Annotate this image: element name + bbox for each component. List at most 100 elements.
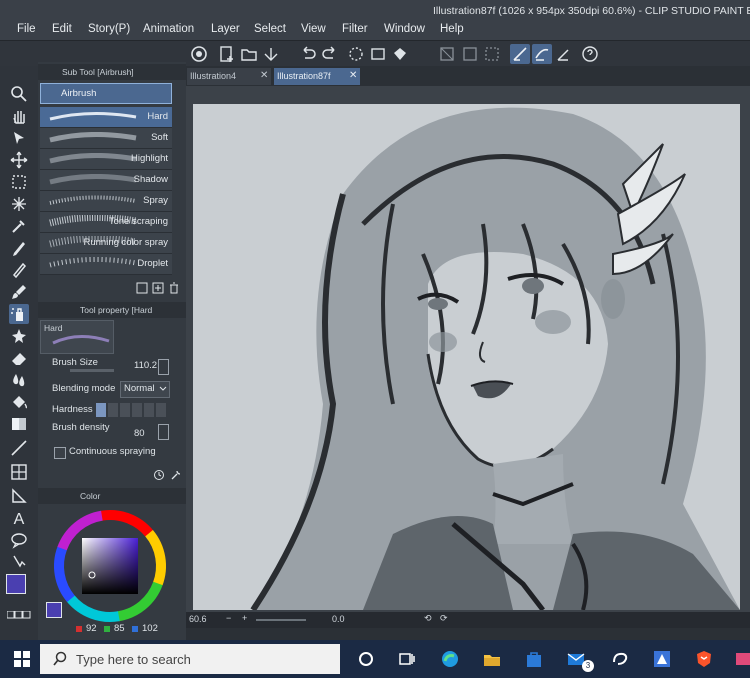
canvas-artwork[interactable] — [193, 104, 740, 610]
blend-icon[interactable] — [9, 370, 29, 390]
clear-icon[interactable] — [346, 44, 366, 64]
angle-value[interactable]: 0.0 — [332, 614, 345, 624]
copy-subtool-icon[interactable] — [136, 281, 148, 294]
brush-soft[interactable]: Soft — [40, 128, 172, 149]
red-value[interactable]: 92 — [86, 623, 97, 634]
subtool-group-airbrush[interactable]: Airbrush — [40, 83, 172, 104]
brush-highlight[interactable]: Highlight — [40, 149, 172, 170]
transform-icon[interactable] — [437, 44, 457, 64]
brush-spray[interactable]: Spray — [40, 191, 172, 212]
tab-illustration4[interactable]: Illustration4 ✕ — [187, 68, 271, 85]
save-icon[interactable] — [261, 44, 281, 64]
clip-studio-app-icon[interactable] — [610, 649, 630, 669]
new-subtool-icon[interactable] — [152, 281, 164, 294]
taskbar-search-box[interactable]: Type here to search — [40, 644, 340, 674]
zoom-value[interactable]: 60.6 — [189, 614, 207, 624]
zoom-out-icon[interactable]: − — [226, 613, 231, 623]
delete-subtool-icon[interactable] — [168, 281, 180, 294]
menu-select[interactable]: Select — [254, 23, 286, 39]
frame-border-icon[interactable] — [9, 462, 29, 482]
brush-tone-scraping[interactable]: Tone scraping — [40, 212, 172, 233]
hardness-selector[interactable] — [96, 403, 168, 417]
menu-view[interactable]: View — [301, 23, 326, 39]
correct-line-icon[interactable] — [9, 552, 29, 572]
deselect-icon[interactable] — [482, 44, 502, 64]
brush-icon[interactable] — [9, 282, 29, 302]
zoom-slider[interactable] — [256, 619, 306, 621]
fill-bucket-icon[interactable] — [9, 392, 29, 412]
rotate-right-icon[interactable]: ⟳ — [440, 613, 448, 624]
snap-special-ruler-icon[interactable] — [532, 44, 552, 64]
brush-density-value[interactable]: 80 — [134, 428, 145, 439]
fill-selection-icon[interactable] — [390, 44, 410, 64]
tool-wrench-icon[interactable] — [170, 468, 182, 480]
brush-droplet[interactable]: Droplet — [40, 254, 172, 275]
transparent-color-icon[interactable] — [6, 606, 31, 619]
open-file-icon[interactable] — [239, 44, 259, 64]
windows-start-icon[interactable] — [12, 649, 32, 669]
undo-icon[interactable] — [298, 44, 318, 64]
text-icon[interactable]: A — [9, 508, 29, 528]
move-layer-icon[interactable] — [9, 150, 29, 170]
snap-ruler-icon[interactable] — [510, 44, 530, 64]
object-icon[interactable] — [9, 128, 29, 148]
help-icon[interactable] — [580, 44, 600, 64]
brush-size-value[interactable]: 110.2 — [134, 360, 157, 371]
rotate-icon[interactable]: ⟲ — [424, 613, 432, 624]
brush-running-color-spray[interactable]: Running color spray — [40, 233, 172, 254]
brave-browser-icon[interactable] — [694, 649, 714, 669]
file-explorer-icon[interactable] — [482, 649, 502, 669]
pencil-icon[interactable] — [9, 260, 29, 280]
color-wheel[interactable] — [52, 508, 168, 624]
fill-icon[interactable] — [368, 44, 388, 64]
blue-value[interactable]: 102 — [142, 623, 158, 634]
cortana-icon[interactable] — [356, 649, 376, 669]
airbrush-icon[interactable] — [9, 304, 29, 324]
app-icon[interactable] — [734, 649, 750, 669]
clip-studio-icon[interactable] — [189, 44, 209, 64]
hand-icon[interactable] — [9, 106, 29, 126]
snap-grid-icon[interactable] — [554, 44, 574, 64]
menu-help[interactable]: Help — [440, 23, 464, 39]
store-icon[interactable] — [524, 649, 544, 669]
close-icon[interactable]: ✕ — [260, 70, 268, 81]
selection-icon[interactable] — [9, 172, 29, 192]
menu-animation[interactable]: Animation — [143, 23, 194, 39]
color-main-swatch[interactable] — [46, 602, 62, 618]
ruler-icon[interactable] — [9, 486, 29, 506]
menu-file[interactable]: File — [17, 23, 36, 39]
zoom-in-icon[interactable]: + — [242, 613, 247, 623]
menu-window[interactable]: Window — [384, 23, 425, 39]
brush-density-stepper[interactable] — [158, 424, 169, 440]
edge-browser-icon[interactable] — [440, 649, 460, 669]
close-icon[interactable]: ✕ — [349, 70, 357, 81]
tab-illustration87f[interactable]: Illustration87f ✕ — [274, 68, 360, 85]
menu-edit[interactable]: Edit — [52, 23, 72, 39]
tool-settings-icon[interactable] — [153, 468, 165, 480]
blending-mode-select[interactable]: Normal — [120, 381, 170, 398]
eraser-icon[interactable] — [9, 348, 29, 368]
green-value[interactable]: 85 — [114, 623, 125, 634]
balloon-icon[interactable] — [9, 530, 29, 550]
menu-filter[interactable]: Filter — [342, 23, 368, 39]
redo-icon[interactable] — [320, 44, 340, 64]
auto-select-icon[interactable] — [9, 194, 29, 214]
clip-studio-paint-icon[interactable] — [652, 649, 672, 669]
continuous-spraying-checkbox[interactable] — [54, 447, 66, 459]
menu-story[interactable]: Story(P) — [88, 23, 130, 39]
eyedropper-icon[interactable] — [9, 216, 29, 236]
main-color-swatch[interactable] — [6, 574, 26, 594]
brush-hard[interactable]: Hard — [40, 107, 172, 128]
menu-layer[interactable]: Layer — [211, 23, 240, 39]
brush-shadow[interactable]: Shadow — [40, 170, 172, 191]
gradient-icon[interactable] — [9, 414, 29, 434]
new-file-icon[interactable] — [217, 44, 237, 64]
decoration-icon[interactable] — [9, 326, 29, 346]
zoom-icon[interactable] — [9, 84, 29, 104]
crop-icon[interactable] — [460, 44, 480, 64]
figure-icon[interactable] — [9, 438, 29, 458]
brush-size-slider[interactable] — [70, 369, 114, 372]
brush-size-stepper[interactable] — [158, 359, 169, 375]
pen-icon[interactable] — [9, 238, 29, 258]
task-view-icon[interactable] — [397, 649, 417, 669]
